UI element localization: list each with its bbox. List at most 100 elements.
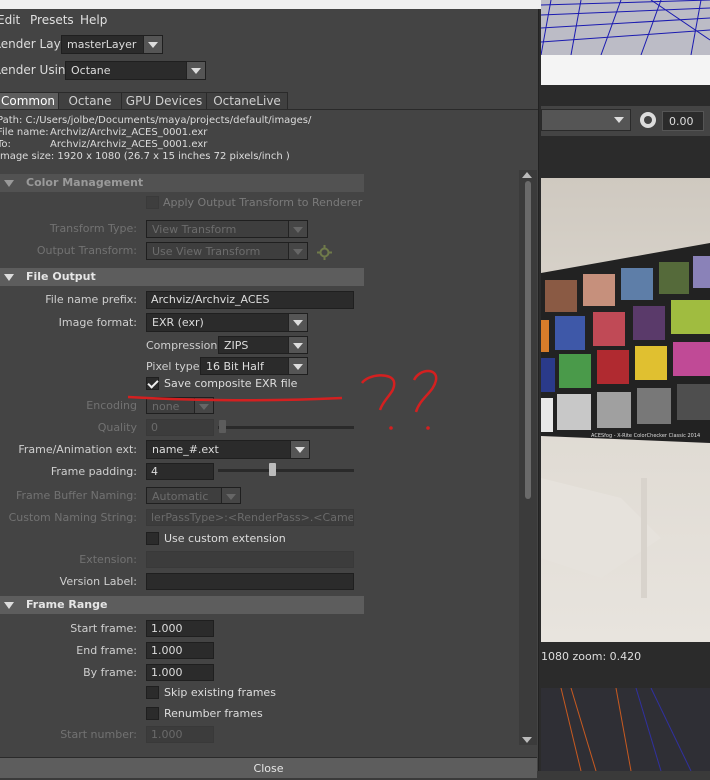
encoding-select[interactable]: none bbox=[146, 397, 214, 414]
tab-octane[interactable]: Octane bbox=[58, 92, 122, 110]
use-custom-extension-label: Use custom extension bbox=[164, 532, 286, 545]
gear-icon[interactable] bbox=[317, 245, 332, 260]
apply-output-transform-label: Apply Output Transform to Renderer bbox=[163, 196, 363, 209]
tab-common[interactable]: Common bbox=[0, 92, 59, 110]
close-button[interactable]: Close bbox=[0, 757, 537, 778]
end-frame-input[interactable]: 1.000 bbox=[146, 642, 214, 659]
version-label-label: Version Label: bbox=[59, 575, 137, 588]
collapse-arrow-icon bbox=[4, 274, 14, 281]
image-format-select[interactable]: EXR (exr) bbox=[146, 313, 308, 332]
start-number-label: Start number: bbox=[60, 728, 137, 741]
render-layer-select[interactable]: masterLayer bbox=[61, 35, 163, 54]
dropdown-arrow-icon bbox=[290, 441, 309, 458]
dropdown-arrow-icon bbox=[288, 243, 307, 259]
render-caption: ACESfog - X-Rite ColorChecker Classic 20… bbox=[591, 433, 700, 439]
pixel-type-select[interactable]: 16 Bit Half bbox=[200, 357, 308, 375]
dropdown-arrow-icon bbox=[143, 36, 162, 53]
section-color-management[interactable]: Color Management bbox=[0, 174, 364, 192]
transform-type-label: Transform Type: bbox=[49, 222, 137, 235]
skip-existing-frames-label: Skip existing frames bbox=[164, 686, 276, 699]
version-label-input[interactable] bbox=[146, 573, 354, 590]
dropdown-arrow-icon bbox=[221, 488, 240, 503]
viewport-wireframe-top bbox=[541, 0, 710, 55]
render-image: ACESfog - X-Rite ColorChecker Classic 20… bbox=[541, 178, 710, 642]
scroll-down-arrow-icon[interactable] bbox=[522, 737, 532, 743]
start-frame-input[interactable]: 1.000 bbox=[146, 620, 214, 637]
extension-input[interactable] bbox=[146, 551, 354, 568]
frame-padding-label: Frame padding: bbox=[50, 465, 137, 478]
save-composite-exr-label: Save composite EXR file bbox=[164, 377, 298, 390]
dropdown-arrow-icon bbox=[288, 314, 307, 331]
frame-padding-slider-track[interactable] bbox=[218, 469, 354, 472]
custom-naming-string-input[interactable]: lerPassType>:<RenderPass>.<Camera> bbox=[146, 509, 354, 526]
window-title-bar[interactable] bbox=[0, 0, 541, 9]
by-frame-label: By frame: bbox=[83, 666, 137, 679]
exposure-field[interactable]: 0.00 bbox=[662, 111, 704, 131]
pixel-type-label: Pixel type bbox=[146, 360, 200, 373]
file-name-info-value: Archviz/Archviz_ACES_0001.exr bbox=[50, 127, 208, 138]
apply-output-transform-checkbox[interactable] bbox=[146, 196, 159, 209]
transform-type-value: View Transform bbox=[152, 223, 237, 236]
quality-input[interactable]: 0 bbox=[146, 419, 214, 436]
by-frame-input[interactable]: 1.000 bbox=[146, 664, 214, 681]
compression-value: ZIPS bbox=[224, 339, 249, 352]
settings-panel[interactable]: Color Management Apply Output Transform … bbox=[0, 170, 519, 745]
collapse-arrow-icon bbox=[4, 602, 14, 609]
section-title: File Output bbox=[26, 270, 96, 283]
render-using-select[interactable]: Octane bbox=[65, 61, 206, 80]
colorchecker-render: ACESfog - X-Rite ColorChecker Classic 20… bbox=[541, 243, 710, 598]
wireframe-bottom-graphic bbox=[560, 688, 692, 771]
file-name-prefix-label: File name prefix: bbox=[45, 293, 137, 306]
frame-padding-input[interactable]: 4 bbox=[146, 463, 214, 480]
scrollbar-thumb[interactable] bbox=[525, 181, 531, 499]
tab-octanelive[interactable]: OctaneLive bbox=[206, 92, 288, 110]
output-transform-select[interactable]: Use View Transform bbox=[146, 242, 308, 260]
encoding-label: Encoding bbox=[86, 399, 137, 412]
menu-bar: Edit Presets Help bbox=[0, 9, 538, 31]
tab-gpu-devices[interactable]: GPU Devices bbox=[121, 92, 207, 110]
frame-buffer-naming-value: Automatic bbox=[152, 490, 209, 503]
section-title: Color Management bbox=[26, 176, 144, 189]
render-layer-value: masterLayer bbox=[67, 38, 137, 51]
viewport-wireframe-bottom bbox=[541, 688, 710, 771]
frame-padding-slider-handle[interactable] bbox=[269, 463, 277, 476]
frame-buffer-naming-select[interactable]: Automatic bbox=[146, 487, 241, 504]
menu-edit[interactable]: Edit bbox=[0, 13, 20, 27]
image-format-value: EXR (exr) bbox=[152, 316, 204, 329]
renumber-frames-checkbox[interactable] bbox=[146, 707, 159, 720]
skip-existing-frames-checkbox[interactable] bbox=[146, 686, 159, 699]
scroll-up-arrow-icon[interactable] bbox=[522, 172, 532, 178]
dropdown-arrow-icon bbox=[194, 398, 213, 413]
encoding-value: none bbox=[152, 400, 180, 413]
transform-type-select[interactable]: View Transform bbox=[146, 220, 308, 238]
quality-slider-handle[interactable] bbox=[219, 420, 226, 433]
output-transform-label: Output Transform: bbox=[36, 244, 137, 257]
viewport-divider bbox=[541, 55, 710, 85]
section-frame-range[interactable]: Frame Range bbox=[0, 596, 364, 614]
start-frame-label: Start frame: bbox=[70, 622, 137, 635]
render-using-value: Octane bbox=[71, 64, 111, 77]
save-composite-exr-checkbox[interactable] bbox=[146, 377, 159, 390]
render-view-dropdown[interactable] bbox=[541, 109, 631, 131]
dropdown-arrow-icon bbox=[288, 358, 307, 374]
dropdown-arrow-icon bbox=[288, 337, 307, 353]
dropdown-arrow-icon bbox=[186, 62, 205, 79]
dropdown-arrow-icon bbox=[614, 117, 624, 123]
compression-label: Compression bbox=[146, 339, 218, 352]
image-format-label: Image format: bbox=[58, 316, 137, 329]
section-file-output[interactable]: File Output bbox=[0, 268, 364, 286]
use-custom-extension-checkbox[interactable] bbox=[146, 532, 159, 545]
file-name-prefix-input[interactable]: Archviz/Archviz_ACES bbox=[146, 291, 354, 309]
to-info-label: To: bbox=[0, 139, 11, 150]
collapse-arrow-icon bbox=[4, 180, 14, 187]
custom-naming-string-label: Custom Naming String: bbox=[8, 511, 137, 524]
frame-ext-select[interactable]: name_#.ext bbox=[146, 440, 310, 459]
path-info: Path: C:/Users/jolbe/Documents/maya/proj… bbox=[0, 115, 312, 126]
quality-slider-track[interactable] bbox=[218, 426, 354, 429]
compression-select[interactable]: ZIPS bbox=[218, 336, 308, 354]
menu-help[interactable]: Help bbox=[80, 13, 107, 27]
render-status-text: 1080 zoom: 0.420 bbox=[541, 650, 642, 663]
menu-presets[interactable]: Presets bbox=[30, 13, 74, 27]
aperture-icon[interactable] bbox=[640, 112, 656, 128]
start-number-input[interactable]: 1.000 bbox=[146, 726, 214, 743]
